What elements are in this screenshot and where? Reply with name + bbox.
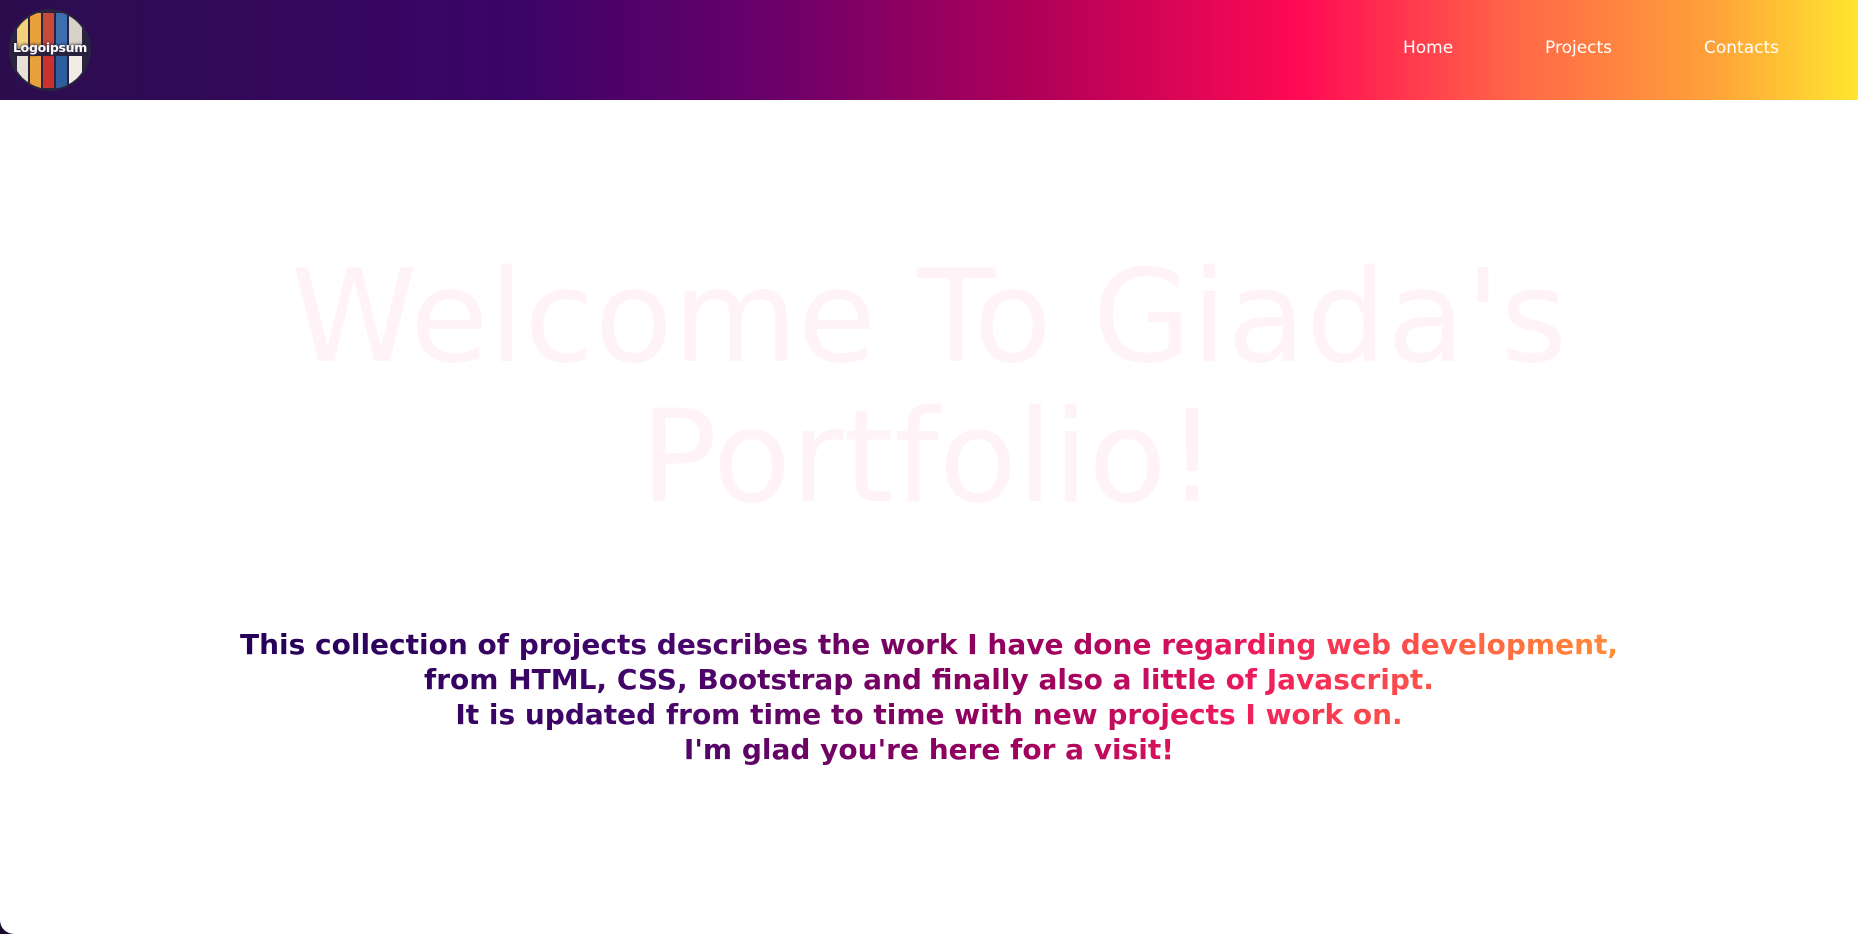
hero-heading-line2: Portfolio! bbox=[640, 383, 1218, 532]
page: Logoipsum Home Projects Contacts Welcome… bbox=[0, 0, 1858, 934]
nav-home-link[interactable]: Home bbox=[1403, 38, 1453, 58]
nav-contacts-link[interactable]: Contacts bbox=[1704, 38, 1779, 58]
intro-line-4: I'm glad you're here for a visit! bbox=[683, 733, 1175, 766]
logo[interactable]: Logoipsum bbox=[11, 11, 89, 89]
navbar: Logoipsum Home Projects Contacts bbox=[0, 0, 1858, 100]
hero-heading: Welcome To Giada's Portfolio! bbox=[0, 248, 1858, 528]
nav-projects-link[interactable]: Projects bbox=[1545, 38, 1612, 58]
hero-heading-line1: Welcome To Giada's bbox=[290, 243, 1568, 392]
intro-line-2: from HTML, CSS, Bootstrap and finally al… bbox=[424, 663, 1434, 696]
intro-line-1: This collection of projects describes th… bbox=[239, 628, 1619, 661]
intro-line-3: It is updated from time to time with new… bbox=[455, 698, 1403, 731]
intro-text: This collection of projects describes th… bbox=[0, 627, 1858, 767]
logo-text: Logoipsum bbox=[13, 40, 87, 55]
